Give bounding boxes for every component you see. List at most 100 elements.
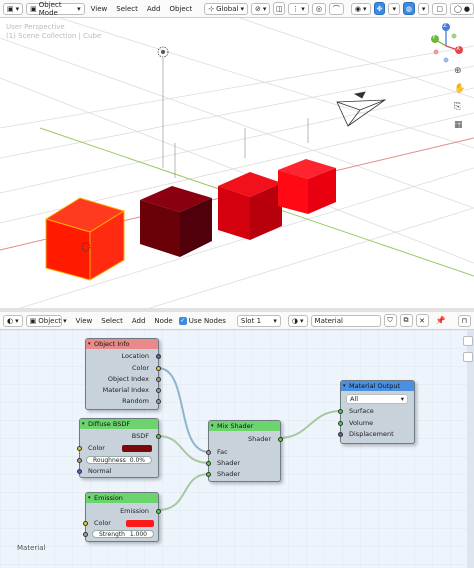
socket-input[interactable] (77, 458, 82, 463)
sidebar-tab-icon[interactable] (463, 352, 473, 362)
node-header[interactable]: ▾ Object Info (86, 339, 158, 349)
camera-view-icon[interactable]: ⎘ (454, 102, 461, 112)
gizmo-dropdown[interactable]: ▾ (388, 2, 400, 15)
zoom-icon[interactable]: ⊕ (454, 66, 462, 76)
node-material-output[interactable]: ▾ Material Output All ▾ Surface Volume D… (338, 380, 415, 444)
mode-dropdown[interactable]: ▣ Object Mode ▾ (26, 1, 85, 17)
object-mode-icon: ▣ (30, 4, 37, 13)
overlay-dropdown[interactable]: ▾ (417, 2, 430, 15)
socket-output[interactable] (156, 434, 161, 439)
gizmo-toggle[interactable]: ✥ (373, 2, 386, 15)
socket-input[interactable] (206, 472, 211, 477)
snap-dropdown[interactable]: ⋮ ▾ (288, 2, 309, 15)
node-title: Material Output (349, 382, 401, 390)
collapse-icon[interactable]: ▾ (88, 341, 91, 347)
color-swatch[interactable] (122, 445, 152, 452)
socket-input[interactable] (83, 532, 88, 537)
node-emission[interactable]: ▾ Emission Emission Color Strength 1.000 (83, 492, 161, 542)
falloff-dropdown[interactable]: ⌒ (328, 2, 344, 15)
view-object-types-button[interactable]: ◉ ▾ (350, 2, 371, 15)
light-object[interactable] (157, 46, 169, 168)
socket-output[interactable] (156, 366, 161, 371)
node-header[interactable]: ▾ Material Output (341, 381, 414, 391)
socket-output[interactable] (278, 437, 283, 442)
slot-dropdown[interactable]: Slot 1 ▾ (236, 314, 281, 327)
socket-input[interactable] (206, 461, 211, 466)
cube-selected[interactable] (44, 197, 126, 281)
node-menu-select[interactable]: Select (98, 317, 126, 325)
node-object-info[interactable]: ▾ Object Info Location Color Object Inde… (85, 338, 161, 410)
wireframe-icon: ◯ (454, 4, 462, 13)
target-dropdown[interactable]: All ▾ (346, 394, 408, 404)
node-editor-canvas[interactable]: ▾ Object Info Location Color Object Inde… (0, 330, 474, 568)
node-editor-icon: ◐ (7, 316, 14, 325)
node-header[interactable]: ▾ Diffuse BSDF (80, 419, 158, 429)
node-menu-view[interactable]: View (73, 317, 96, 325)
collapse-icon[interactable]: ▾ (82, 421, 85, 427)
unlink-material-button[interactable]: ✕ (415, 314, 429, 327)
snap-toggle[interactable]: ◫ (273, 2, 286, 15)
node-mix-shader[interactable]: ▾ Mix Shader Shader Fac Shader Shader (206, 420, 283, 482)
socket-input[interactable] (206, 450, 211, 455)
fake-user-button[interactable]: ⛉ (383, 314, 397, 327)
socket-output[interactable] (156, 377, 161, 382)
strength-field[interactable]: Strength 1.000 (92, 530, 154, 538)
sidebar-toggle-icon[interactable] (463, 336, 473, 346)
3d-viewport[interactable]: User Perspective (1) Scene Collection | … (0, 18, 474, 308)
xray-toggle[interactable]: ▢ (432, 2, 448, 15)
orientation-dropdown[interactable]: ⊹ Global ▾ (204, 2, 248, 15)
sidebar-region[interactable] (467, 330, 474, 568)
socket-input[interactable] (338, 409, 343, 414)
output-label: Emission (120, 507, 149, 515)
socket-output[interactable] (156, 399, 161, 404)
target-value: All (350, 395, 359, 403)
menu-object[interactable]: Object (166, 5, 195, 13)
node-editor-type-button[interactable]: ◐ ▾ (3, 314, 23, 327)
use-nodes-toggle[interactable]: ✓ Use Nodes (178, 316, 226, 325)
roughness-field[interactable]: Roughness 0.0% (86, 456, 152, 464)
menu-select[interactable]: Select (113, 5, 141, 13)
socket-input[interactable] (77, 469, 82, 474)
menu-view[interactable]: View (88, 5, 111, 13)
collapse-icon[interactable]: ▾ (343, 383, 346, 389)
menu-add[interactable]: Add (144, 5, 164, 13)
cube-mid[interactable] (218, 172, 282, 240)
output-label: Material Index (102, 386, 149, 394)
editor-type-button[interactable]: ▣ ▾ (3, 2, 24, 15)
proportional-edit-button[interactable]: ◎ (311, 2, 326, 15)
duplicate-material-button[interactable]: ⧉ (399, 314, 413, 327)
socket-input[interactable] (83, 521, 88, 526)
socket-output[interactable] (156, 354, 161, 359)
socket-output[interactable] (156, 509, 161, 514)
cube-icon: ▣ (7, 4, 14, 13)
node-menu-node[interactable]: Node (151, 317, 175, 325)
socket-input[interactable] (338, 432, 343, 437)
output-label: BSDF (131, 432, 149, 440)
color-swatch[interactable] (126, 520, 154, 527)
overlay-toggle[interactable]: ◍ (402, 2, 415, 15)
gizmo-y-label: Y (432, 34, 436, 41)
node-header[interactable]: ▾ Mix Shader (209, 421, 280, 431)
shading-modes[interactable]: ◯ ● (450, 2, 474, 15)
collapse-icon[interactable]: ▾ (211, 423, 214, 429)
socket-input[interactable] (338, 421, 343, 426)
material-browse-button[interactable]: ◑ ▾ (287, 314, 308, 327)
node-menu-add[interactable]: Add (129, 317, 149, 325)
collapse-icon[interactable]: ▾ (88, 495, 91, 501)
material-name-field[interactable]: Material (310, 314, 381, 327)
socket-input[interactable] (77, 446, 82, 451)
snap-node-button[interactable]: ⊓ (457, 314, 471, 327)
orientation-icon: ⊹ (208, 4, 215, 13)
pivot-dropdown[interactable]: ⊘ ▾ (250, 2, 271, 15)
node-header[interactable]: ▾ Emission (86, 493, 158, 503)
cube-dark[interactable] (140, 186, 212, 257)
navigation-gizmo[interactable]: Z Y X (424, 20, 468, 64)
shield-icon: ⛉ (387, 316, 393, 324)
input-label: Surface (349, 407, 374, 415)
object-type-dropdown[interactable]: ▣ Object ▾ (25, 314, 67, 327)
grid-view-icon[interactable]: ▦ (454, 120, 463, 130)
hand-pan-icon[interactable]: ✋ (454, 84, 465, 94)
socket-output[interactable] (156, 388, 161, 393)
pin-icon[interactable]: 📌 (436, 316, 446, 325)
node-diffuse-bsdf[interactable]: ▾ Diffuse BSDF BSDF Color Roughness 0.0%… (77, 418, 161, 478)
